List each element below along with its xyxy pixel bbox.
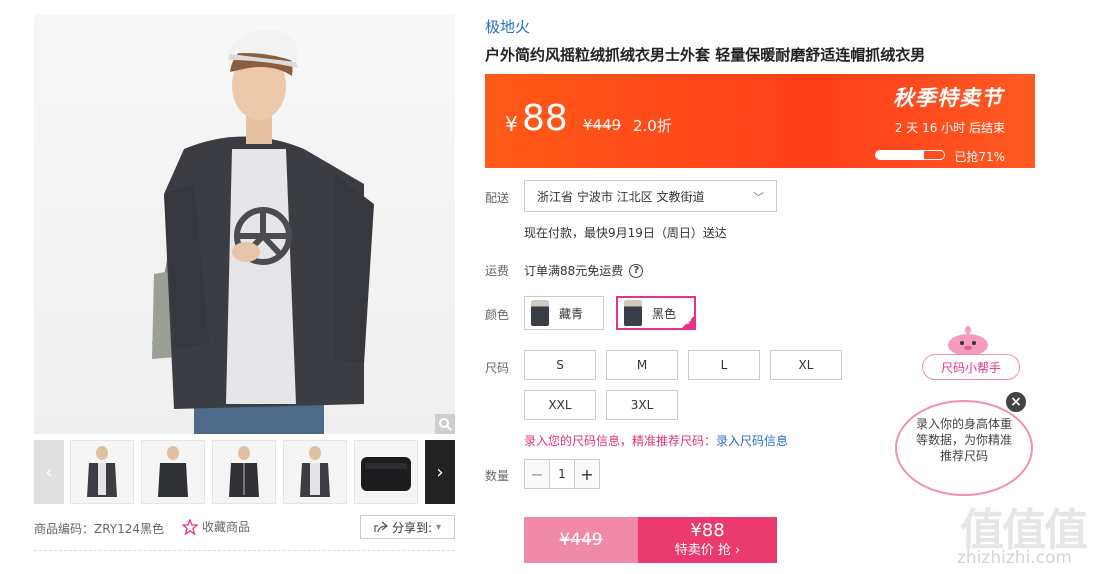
size-helper-bubble: 录入你的身高体重等数据，为你精准推荐尺码	[895, 400, 1033, 496]
size-option[interactable]: XL	[770, 350, 842, 380]
address-value: 浙江省 宁波市 江北区 文教街道	[537, 189, 705, 204]
thumbnail-image	[158, 446, 188, 497]
share-label: 分享到:	[391, 520, 432, 535]
sku-code: 商品编码：ZRY124黑色	[34, 522, 165, 536]
sold-percent: 已抢71%	[954, 150, 1005, 164]
size-option[interactable]: S	[524, 350, 596, 380]
original-price-button[interactable]: ¥449	[524, 517, 638, 563]
favorite-button[interactable]: 收藏商品	[182, 518, 250, 535]
currency-symbol: ¥	[505, 112, 518, 136]
color-label: 颜色	[485, 308, 510, 322]
thumbnail-image	[87, 446, 117, 497]
size-hint-text: 录入您的尺码信息，精准推荐尺码：	[524, 434, 717, 448]
checkmark-icon: ✓	[685, 318, 693, 328]
quantity-decrease-button[interactable]: −	[525, 460, 549, 488]
quantity-input[interactable]: 1	[549, 460, 575, 488]
thumbnail[interactable]	[354, 440, 418, 504]
buy-price: ¥88	[690, 520, 725, 541]
countdown-timer: 2 天 16 小时 后结束	[894, 121, 1005, 135]
delivery-estimate: 现在付款，最快9月19日（周日）送达	[524, 226, 727, 240]
address-select[interactable]: 浙江省 宁波市 江北区 文教街道 ﹀	[524, 180, 777, 212]
color-option-navy[interactable]: 藏青	[524, 296, 604, 330]
brand-link[interactable]: 极地火	[485, 16, 530, 37]
product-photo	[152, 29, 374, 434]
buy-now-button[interactable]: ¥88 特卖价 抢 ›	[638, 517, 777, 563]
thumbnail-image	[361, 457, 411, 491]
color-option-black[interactable]: 黑色 ✓	[616, 296, 696, 330]
discount-rate: 2.0折	[633, 117, 672, 135]
product-main-image[interactable]	[34, 14, 455, 434]
star-icon	[182, 518, 198, 535]
thumbnail[interactable]	[141, 440, 205, 504]
size-label: 尺码	[485, 361, 510, 375]
caret-down-icon: ▾	[436, 521, 442, 533]
thumbnail[interactable]	[212, 440, 276, 504]
size-option[interactable]: 3XL	[606, 390, 678, 420]
freight-info: 订单满88元免运费 ?	[524, 262, 644, 279]
size-input-link[interactable]: 录入尺码信息	[716, 434, 788, 448]
sold-progress-bar	[875, 150, 945, 160]
color-swatch	[624, 300, 642, 326]
sale-price: 88	[522, 98, 568, 139]
magnifier-icon	[439, 418, 452, 431]
close-icon[interactable]: ×	[1004, 390, 1028, 414]
thumbnail[interactable]	[70, 440, 134, 504]
watermark-url: zhizhizhi.com	[957, 548, 1072, 568]
share-button[interactable]: 分享到: ▾	[360, 515, 455, 539]
thumbnail-prev-button[interactable]: ‹	[34, 440, 64, 504]
chevron-right-icon: ›	[436, 461, 444, 483]
thumbnail-image	[300, 446, 330, 497]
size-helper-text: 录入你的身高体重等数据，为你精准推荐尺码	[915, 417, 1012, 463]
quantity-stepper: − 1 +	[524, 459, 600, 489]
zoom-button[interactable]	[435, 414, 455, 434]
sold-progress-fill	[876, 151, 925, 159]
size-hint: 录入您的尺码信息，精准推荐尺码：录入尺码信息	[524, 432, 788, 449]
thumbnail[interactable]	[283, 440, 347, 504]
favorite-label: 收藏商品	[202, 520, 251, 534]
color-option-label: 黑色	[652, 306, 677, 321]
divider	[34, 550, 455, 551]
freight-label: 运费	[485, 264, 510, 278]
chevron-down-icon: ﹀	[753, 191, 764, 204]
delivery-label: 配送	[485, 191, 510, 205]
color-option-label: 藏青	[559, 306, 584, 321]
share-icon	[374, 521, 388, 533]
price-banner: ¥ 88 ¥449 2.0折 秋季特卖节 2 天 16 小时 后结束 已抢71%	[485, 74, 1035, 168]
size-helper-button[interactable]: 尺码小帮手	[922, 354, 1020, 380]
buy-label: 特卖价 抢 ›	[674, 543, 741, 558]
thumbnail-next-button[interactable]: ›	[425, 440, 455, 504]
quantity-label: 数量	[485, 469, 510, 483]
size-option[interactable]: XXL	[524, 390, 596, 420]
mascot-icon	[948, 326, 988, 356]
thumbnail-image	[229, 446, 259, 497]
chevron-left-icon: ‹	[45, 461, 53, 483]
original-price: ¥449	[583, 116, 622, 134]
product-title: 户外简约风摇粒绒抓绒衣男士外套 轻量保暖耐磨舒适连帽抓绒衣男	[485, 46, 926, 64]
size-option[interactable]: L	[688, 350, 760, 380]
help-icon[interactable]: ?	[629, 263, 644, 278]
product-meta-row: 商品编码：ZRY124黑色 收藏商品 分享到: ▾	[34, 515, 455, 539]
size-option[interactable]: M	[606, 350, 678, 380]
thumbnail-strip: ‹ ›	[34, 440, 455, 504]
color-swatch	[531, 300, 549, 326]
sale-event-badge: 秋季特卖节	[893, 86, 1003, 110]
quantity-increase-button[interactable]: +	[575, 460, 599, 488]
freight-text: 订单满88元免运费	[524, 264, 624, 278]
